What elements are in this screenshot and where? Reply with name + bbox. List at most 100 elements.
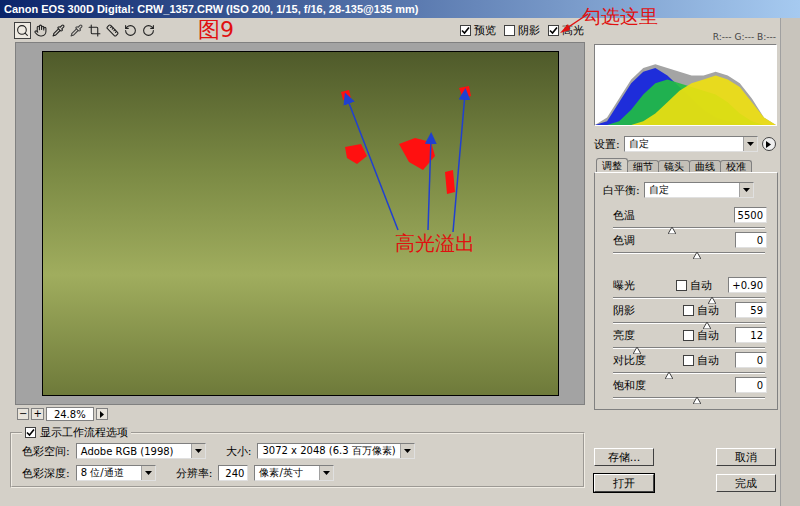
adjustment-row: 色温5500 [603,207,767,232]
dialog-button[interactable]: 打开 [594,474,654,492]
preview-option-checkbox[interactable]: 预览 [460,23,496,38]
workflow-row: 色彩深度:8 位/通道分辨率:240像素/英寸 [22,464,573,482]
zoom-menu-button[interactable] [96,408,108,420]
workflow-row: 色彩空间: Adobe RGB (1998) 大小: 3072 x 2048 (6.3… [22,442,573,460]
tool-button[interactable] [86,22,103,39]
overflow-annotation: 高光溢出 [395,230,475,257]
auto-checkbox[interactable]: 自动 [683,353,731,368]
adjustment-row: 亮度自动12 [603,327,767,352]
photo: 高光溢出 [42,51,559,396]
dropdown-arrow-icon [743,188,750,192]
slider[interactable] [613,244,765,253]
background-edge [780,18,800,506]
auto-checkbox[interactable]: 自动 [683,303,731,318]
workflow-select[interactable]: Adobe RGB (1998) [76,443,206,459]
slider-thumb-icon[interactable] [693,252,701,259]
hint-annotation: 勾选这里 [582,4,658,30]
zoom-field[interactable]: 24.8% [46,407,94,421]
field-label: 分辨率: [176,466,213,481]
crop-icon [88,24,101,37]
histogram [594,44,777,126]
zoom-control: −+24.8% [0,405,588,423]
resolution-input[interactable]: 240 [218,465,248,481]
rotate-right-icon [142,24,155,37]
auto-checkbox[interactable]: 自动 [676,278,724,293]
preview-option-checkbox[interactable]: 阴影 [504,23,540,38]
value-input[interactable]: +0.90 [728,277,767,293]
histogram-series [595,64,776,125]
slider[interactable] [613,314,765,323]
tab[interactable]: 镜头 [658,160,690,172]
slider[interactable] [613,339,765,348]
white-balance-select[interactable]: 自定 [644,182,754,198]
adjustment-row: 曝光自动+0.90 [603,277,767,302]
preview-area: 高光溢出 [15,42,585,405]
tool-button[interactable] [32,22,49,39]
dialog-button[interactable]: 完成 [716,474,776,492]
dropdown-arrow-icon [747,142,754,146]
settings-select[interactable]: 自定 [624,136,758,152]
dropdown-arrow-icon [145,471,152,475]
value-input[interactable]: 12 [735,327,767,343]
tool-button[interactable] [122,22,139,39]
pointer-arrows [347,94,465,232]
slider-thumb-icon[interactable] [703,322,711,329]
tool-button[interactable] [104,22,121,39]
field-label: 色彩空间: [22,444,70,459]
menu-arrow-icon [100,411,104,418]
value-input[interactable]: 0 [735,377,767,393]
slider-thumb-icon[interactable] [665,372,673,379]
hand-icon [34,24,47,37]
slider-thumb-icon[interactable] [693,397,701,404]
slider-thumb-icon[interactable] [633,347,641,354]
dropdown-arrow-icon [195,449,202,453]
zoom-in-button[interactable]: + [31,408,43,420]
slider[interactable] [613,219,765,228]
settings-row: 设置:自定 [594,135,780,153]
adjustment-row: 阴影自动59 [603,302,767,327]
dialog-button[interactable]: 存储... [594,448,654,466]
slider-thumb-icon[interactable] [708,297,716,304]
camera-raw-window: Canon EOS 300D Digital: CRW_1357.CRW (IS… [0,0,800,506]
adjustment-row: 色调0 [603,232,767,257]
histogram-series [595,76,776,125]
tab[interactable]: 曲线 [689,160,721,172]
dialog-buttons: 存储... 取消打开 完成 [594,448,776,492]
tab[interactable]: 调整 [596,158,628,172]
workflow-checkbox[interactable]: 显示工作流程选项 [22,425,131,440]
tool-button[interactable] [140,22,157,39]
slider-thumb-icon[interactable] [668,227,676,234]
menu-arrow-icon [766,141,771,148]
value-input[interactable]: 59 [735,302,767,318]
tool-button[interactable] [68,22,85,39]
dropdown-arrow-icon [404,449,411,453]
tab-strip: 调整细节镜头曲线校准 [594,158,780,172]
rotate-left-icon [124,24,137,37]
value-input[interactable]: 5500 [734,207,767,223]
toolbar: 图9预览阴影高光 [0,18,588,42]
slider[interactable] [613,289,765,298]
settings-menu-button[interactable] [762,137,776,151]
tool-button[interactable] [50,22,67,39]
tab[interactable]: 细节 [627,160,659,172]
slider[interactable] [613,389,765,398]
field-label: 大小: [226,444,252,459]
highlight-clipping [341,86,471,194]
adjust-panel: 白平衡:自定色温5500色调0曝光自动+0.90阴影自动59亮度自动12对比度自… [594,172,778,410]
workflow-select[interactable]: 8 位/通道 [76,465,156,481]
zoom-icon [16,24,29,37]
annotation-overlay [43,52,560,397]
tool-button[interactable] [14,22,31,39]
value-input[interactable]: 0 [735,352,767,368]
straighten-icon [106,24,119,37]
workflow-select[interactable]: 像素/英寸 [254,465,334,481]
adjustment-row: 对比度自动0 [603,352,767,377]
value-input[interactable]: 0 [735,232,767,248]
dialog-button[interactable]: 取消 [716,448,776,466]
auto-checkbox[interactable]: 自动 [683,328,731,343]
figure-annotation: 图9 [198,18,234,42]
zoom-out-button[interactable]: − [17,408,29,420]
slider[interactable] [613,364,765,373]
tab[interactable]: 校准 [720,160,752,172]
workflow-select[interactable]: 3072 x 2048 (6.3 百万像素) [257,443,414,459]
